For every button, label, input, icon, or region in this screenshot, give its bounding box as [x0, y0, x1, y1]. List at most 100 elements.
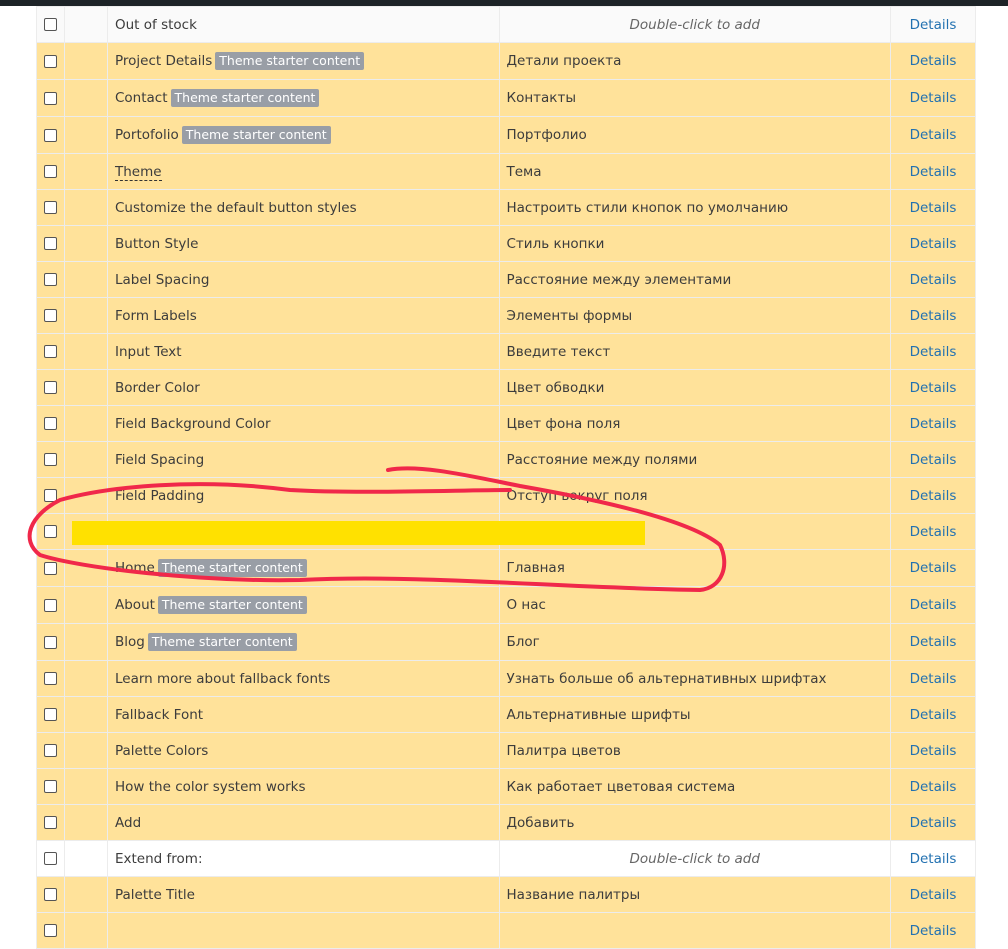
table-row[interactable]: Border Color Цвет обводки Details [36, 369, 976, 406]
details-link[interactable]: Details [890, 369, 976, 406]
details-link[interactable]: Details [890, 623, 976, 661]
row-checkbox[interactable] [44, 489, 57, 502]
details-link[interactable]: Details [890, 696, 976, 733]
translation-cell[interactable]: Главная [498, 549, 891, 587]
table-row[interactable]: Field Spacing Расстояние между полями De… [36, 441, 976, 478]
row-checkbox[interactable] [44, 852, 57, 865]
translation-cell[interactable]: Название палитры [498, 876, 891, 913]
details-link[interactable]: Details [890, 333, 976, 370]
row-checkbox[interactable] [44, 816, 57, 829]
translation-cell[interactable]: Контакты [498, 79, 891, 117]
table-row[interactable]: Contact Theme starter content Контакты De… [36, 79, 976, 117]
table-row[interactable]: Form Labels Элементы формы Details [36, 297, 976, 334]
row-checkbox[interactable] [44, 201, 57, 214]
details-link[interactable]: Details [890, 79, 976, 117]
translation-cell[interactable]: Поля формы [498, 513, 891, 550]
row-checkbox[interactable] [44, 237, 57, 250]
table-row[interactable]: Out of stock Double-click to add Details [36, 6, 976, 43]
translation-cell[interactable]: Введите текст [498, 333, 891, 370]
translation-cell[interactable]: Стиль кнопки [498, 225, 891, 262]
row-checkbox[interactable] [44, 708, 57, 721]
details-link[interactable]: Details [890, 116, 976, 154]
table-row[interactable]: How the color system works Как работает … [36, 768, 976, 805]
table-row[interactable]: Palette Colors Палитра цветов Details [36, 732, 976, 769]
row-checkbox[interactable] [44, 672, 57, 685]
details-link[interactable]: Details [890, 477, 976, 514]
details-link[interactable]: Details [890, 441, 976, 478]
row-checkbox[interactable] [44, 309, 57, 322]
details-link[interactable]: Details [890, 225, 976, 262]
row-checkbox[interactable] [44, 18, 57, 31]
details-link[interactable]: Details [890, 513, 976, 550]
table-row[interactable]: Portofolio Theme starter content Портфоли… [36, 116, 976, 154]
translation-cell[interactable]: Альтернативные шрифты [498, 696, 891, 733]
details-link[interactable]: Details [890, 732, 976, 769]
table-row[interactable]: Form Fields Поля формы Details [36, 513, 976, 550]
translation-cell[interactable]: Блог [498, 623, 891, 661]
table-row[interactable]: Project Details Theme starter content Дет… [36, 42, 976, 80]
translation-cell[interactable]: Отступ вокруг поля [498, 477, 891, 514]
details-link[interactable]: Details [890, 876, 976, 913]
translation-cell[interactable]: Цвет фона поля [498, 405, 891, 442]
translation-cell[interactable]: Элементы формы [498, 297, 891, 334]
table-row[interactable]: Button Style Стиль кнопки Details [36, 225, 976, 262]
row-checkbox[interactable] [44, 561, 57, 575]
translation-cell[interactable]: Расстояние между полями [498, 441, 891, 478]
table-row[interactable]: Field Background Color Цвет фона поля De… [36, 405, 976, 442]
row-checkbox[interactable] [44, 91, 57, 105]
row-checkbox[interactable] [44, 273, 57, 286]
table-row[interactable]: Field Padding Отступ вокруг поля Details [36, 477, 976, 514]
table-row[interactable]: Home Theme starter content Главная Detail… [36, 549, 976, 587]
details-link[interactable]: Details [890, 6, 976, 43]
details-link[interactable]: Details [890, 405, 976, 442]
row-checkbox[interactable] [44, 54, 57, 68]
translation-cell[interactable]: Палитра цветов [498, 732, 891, 769]
table-row[interactable]: Input Text Введите текст Details [36, 333, 976, 370]
row-checkbox[interactable] [44, 598, 57, 612]
details-link[interactable]: Details [890, 912, 976, 949]
details-link[interactable]: Details [890, 840, 976, 877]
row-checkbox[interactable] [44, 525, 57, 538]
translation-cell[interactable]: Расстояние между элементами [498, 261, 891, 298]
row-checkbox[interactable] [44, 453, 57, 466]
details-link[interactable]: Details [890, 153, 976, 190]
table-row[interactable]: Theme Тема Details [36, 153, 976, 190]
details-link[interactable]: Details [890, 549, 976, 587]
row-checkbox[interactable] [44, 345, 57, 358]
translation-cell[interactable]: Double-click to add [498, 840, 891, 877]
row-checkbox[interactable] [44, 744, 57, 757]
translation-cell[interactable]: Тема [498, 153, 891, 190]
translation-cell[interactable]: Цвет обводки [498, 369, 891, 406]
translation-cell[interactable]: Double-click to add [498, 6, 891, 43]
row-checkbox[interactable] [44, 417, 57, 430]
row-checkbox[interactable] [44, 780, 57, 793]
details-link[interactable]: Details [890, 189, 976, 226]
translation-cell[interactable]: Добавить [498, 804, 891, 841]
translation-cell[interactable] [498, 912, 891, 949]
table-row[interactable]: Learn more about fallback fonts Узнать б… [36, 660, 976, 697]
translation-cell[interactable]: Как работает цветовая система [498, 768, 891, 805]
translation-cell[interactable]: Портфолио [498, 116, 891, 154]
translation-cell[interactable]: О нас [498, 586, 891, 624]
row-checkbox[interactable] [44, 128, 57, 142]
translation-cell[interactable]: Детали проекта [498, 42, 891, 80]
row-checkbox[interactable] [44, 888, 57, 901]
table-row[interactable]: Details [36, 912, 976, 949]
row-checkbox[interactable] [44, 635, 57, 649]
row-checkbox[interactable] [44, 165, 57, 178]
translation-cell[interactable]: Узнать больше об альтернативных шрифтах [498, 660, 891, 697]
table-row[interactable]: Customize the default button styles Наст… [36, 189, 976, 226]
details-link[interactable]: Details [890, 804, 976, 841]
row-checkbox[interactable] [44, 381, 57, 394]
details-link[interactable]: Details [890, 768, 976, 805]
table-row[interactable]: Palette Title Название палитры Details [36, 876, 976, 913]
table-row[interactable]: Fallback Font Альтернативные шрифты Deta… [36, 696, 976, 733]
details-link[interactable]: Details [890, 42, 976, 80]
table-row[interactable]: Label Spacing Расстояние между элементам… [36, 261, 976, 298]
table-row[interactable]: About Theme starter content О нас Details [36, 586, 976, 624]
details-link[interactable]: Details [890, 586, 976, 624]
translation-cell[interactable]: Настроить стили кнопок по умолчанию [498, 189, 891, 226]
table-row[interactable]: Blog Theme starter content Блог Details [36, 623, 976, 661]
details-link[interactable]: Details [890, 261, 976, 298]
details-link[interactable]: Details [890, 297, 976, 334]
